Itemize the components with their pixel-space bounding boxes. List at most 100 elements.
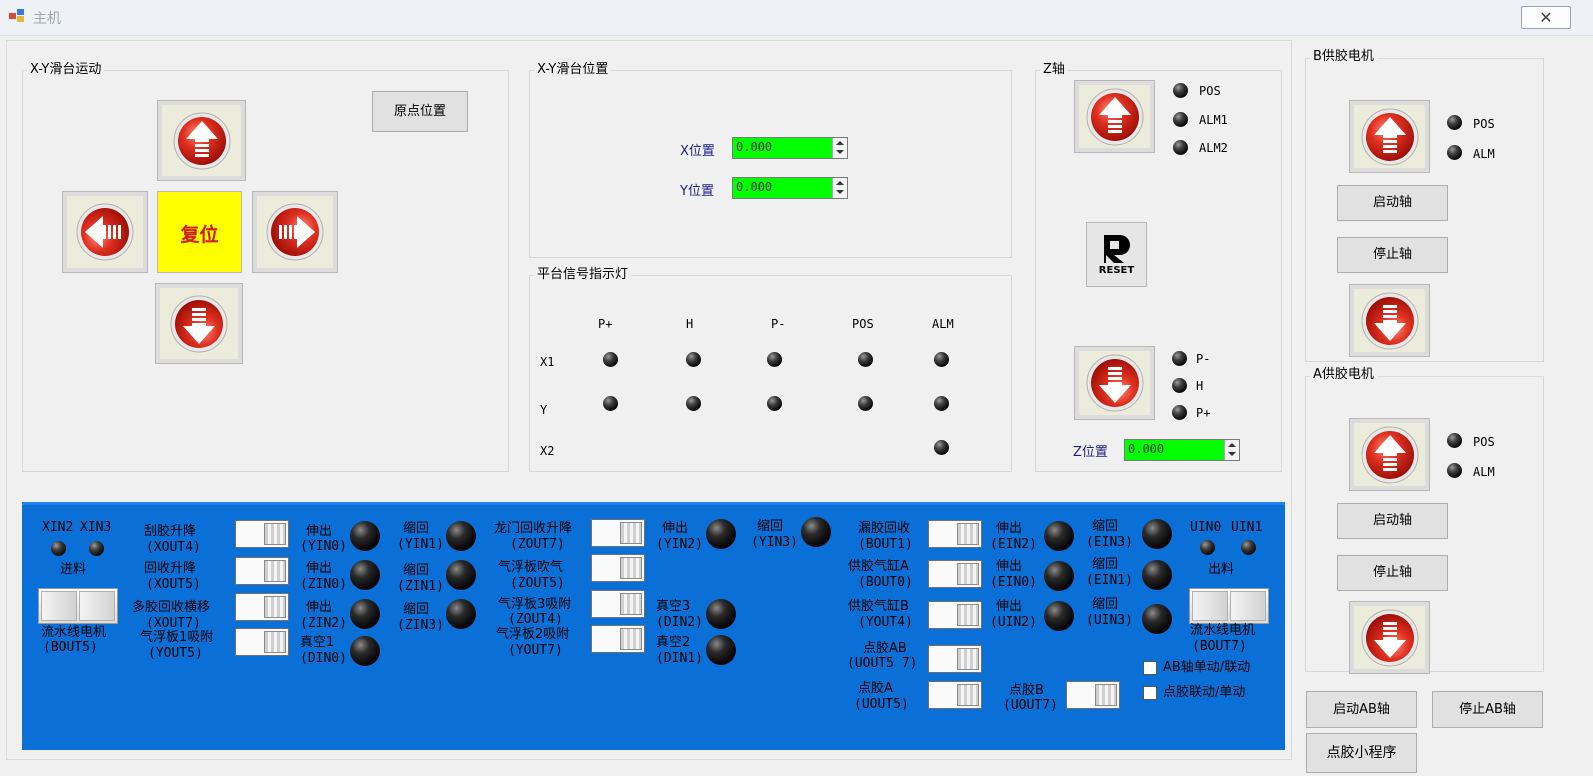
c3-4-toggle[interactable] (928, 681, 982, 709)
b-motor-down-button[interactable] (1349, 284, 1430, 357)
dispense-b-code: (UOUT7) (1003, 698, 1058, 713)
c3-ret-2-code: (UIN3) (1086, 613, 1133, 628)
z-down-button[interactable] (1074, 346, 1155, 420)
home-position-button[interactable]: 原点位置 (372, 91, 468, 132)
c3-2-toggle[interactable] (928, 601, 982, 629)
c2-1-toggle[interactable] (591, 554, 645, 582)
signal-row-x2: X2 (540, 444, 555, 458)
feed-out-label: 出料 (1208, 562, 1235, 577)
c1-1-toggle[interactable] (235, 557, 289, 585)
c3-ext-2-name: 伸出 (996, 599, 1023, 614)
window-title: 主机 (33, 11, 61, 27)
b-start-axis-button[interactable]: 启动轴 (1337, 185, 1448, 221)
c1-2-toggle[interactable] (235, 593, 289, 621)
c1-ret-0-name: 缩回 (403, 521, 430, 536)
y-position-value: 0.000 (736, 180, 773, 194)
led-y-alm (934, 396, 949, 411)
ab-axis-mode-checkbox[interactable] (1143, 661, 1157, 675)
dispense-app-button[interactable]: 点胶小程序 (1306, 733, 1417, 773)
vac2-name: 真空2 (656, 635, 691, 650)
c3-ext-0-code: (EIN2) (990, 537, 1037, 552)
reset-button[interactable]: 复位 (157, 191, 242, 273)
z-position-label: Z位置 (1073, 445, 1108, 460)
led-y-p-plus (603, 396, 618, 411)
start-ab-axis-button[interactable]: 启动AB轴 (1306, 691, 1417, 728)
conveyor-right-switch[interactable] (1189, 588, 1269, 624)
a-stop-axis-button[interactable]: 停止轴 (1337, 555, 1448, 591)
signal-col-h: H (686, 317, 694, 331)
led-z-h (1172, 378, 1187, 393)
z-position-value: 0.000 (1128, 442, 1165, 456)
led-ein1 (1142, 560, 1172, 590)
z-p-minus-label: P- (1196, 352, 1211, 366)
x-position-input[interactable]: 0.000 (732, 137, 848, 159)
b-stop-axis-button[interactable]: 停止轴 (1337, 237, 1448, 273)
c2-2-toggle[interactable] (591, 590, 645, 618)
x-right-button[interactable] (252, 191, 338, 273)
x-position-spinner[interactable] (832, 138, 847, 158)
led-uin0 (1200, 540, 1215, 555)
x-position-label: X位置 (680, 144, 715, 159)
led-z-p-plus (1172, 405, 1187, 420)
z-position-input[interactable]: 0.000 (1124, 439, 1240, 461)
led-x2-alm (934, 440, 949, 455)
y-down-button[interactable] (155, 283, 243, 364)
y-position-label: Y位置 (680, 184, 714, 199)
led-z-alm1 (1173, 112, 1188, 127)
c2-3-code: (YOUT7) (508, 643, 563, 658)
a-start-axis-button[interactable]: 启动轴 (1337, 503, 1448, 539)
led-xin2 (51, 541, 66, 556)
c2-ext-name: 伸出 (662, 521, 689, 536)
a-motor-up-button[interactable] (1349, 418, 1430, 491)
c3-0-toggle[interactable] (928, 520, 982, 548)
dispense-b-toggle[interactable] (1066, 681, 1120, 709)
z-position-spinner[interactable] (1224, 440, 1239, 460)
a-motor-down-button[interactable] (1349, 601, 1430, 674)
c1-ext-3-name: 真空1 (300, 635, 335, 650)
c3-ret-1-name: 缩回 (1092, 557, 1119, 572)
led-ein0 (1044, 561, 1074, 591)
dispense-link-checkbox[interactable] (1143, 686, 1157, 700)
led-yin3 (801, 517, 831, 547)
arrow-up-icon (1086, 88, 1143, 145)
c2-3-name: 气浮板2吸附 (496, 627, 570, 642)
c2-3-toggle[interactable] (591, 625, 645, 653)
signal-col-p-minus: P- (771, 317, 786, 331)
led-b-alm (1447, 145, 1462, 160)
c1-3-toggle[interactable] (235, 628, 289, 656)
y-position-input[interactable]: 0.000 (732, 177, 848, 199)
z-up-button[interactable] (1074, 80, 1155, 153)
y-up-button[interactable] (157, 100, 246, 181)
dispense-b-name: 点胶B (1009, 683, 1044, 698)
b-start-axis-label: 启动轴 (1372, 195, 1412, 210)
y-position-spinner[interactable] (832, 178, 847, 198)
c1-0-toggle[interactable] (235, 520, 289, 548)
uin1-label: UIN1 (1231, 520, 1263, 535)
c3-ret-1-code: (EIN1) (1086, 573, 1133, 588)
vac2-code: (DIN1) (656, 651, 703, 666)
conveyor-left-switch[interactable] (38, 588, 118, 624)
led-uin1 (1241, 540, 1256, 555)
stop-ab-axis-button[interactable]: 停止AB轴 (1432, 691, 1543, 728)
c3-3-toggle[interactable] (928, 645, 982, 673)
led-a-alm (1447, 463, 1462, 478)
conveyor-left-label: 流水线电机 (41, 625, 107, 640)
z-alm1-label: ALM1 (1199, 113, 1228, 127)
c3-1-toggle[interactable] (928, 560, 982, 588)
c2-ret-code: (YIN3) (751, 535, 798, 550)
signal-title: 平台信号指示灯 (534, 267, 632, 282)
c3-ret-0-code: (EIN3) (1086, 535, 1133, 550)
close-button[interactable]: ✕ (1521, 6, 1571, 29)
led-yin1 (446, 521, 476, 551)
z-axis-title: Z轴 (1040, 62, 1068, 77)
c3-2-code: (YOUT4) (858, 615, 913, 630)
conveyor-right-code: (BOUT7) (1192, 639, 1247, 654)
z-reset-button[interactable]: RESET (1086, 222, 1147, 287)
c3-2-name: 供胶气缸B (848, 599, 909, 614)
led-yin2 (706, 519, 736, 549)
c1-ext-2-name: 伸出 (306, 600, 333, 615)
x-left-button[interactable] (62, 191, 148, 273)
c2-0-toggle[interactable] (591, 519, 645, 547)
b-motor-up-button[interactable] (1349, 100, 1430, 173)
dispense-link-label: 点胶联动/单动 (1163, 685, 1246, 700)
